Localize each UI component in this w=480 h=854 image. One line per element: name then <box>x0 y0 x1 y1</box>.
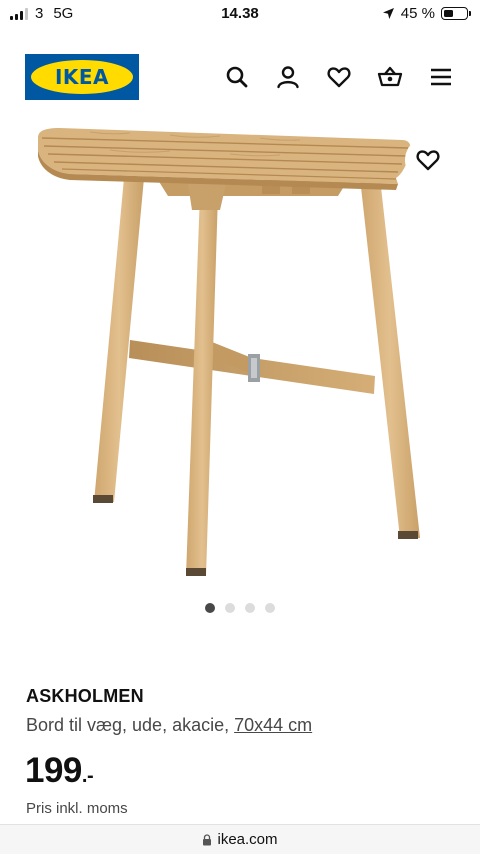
status-bar: 3 5G 14.38 45 % <box>0 0 480 28</box>
battery-percent: 45 % <box>400 5 435 22</box>
url-text: ikea.com <box>217 831 278 848</box>
location-arrow-icon <box>382 8 394 19</box>
product-description-text: Bord til væg, ude, akacie, <box>26 715 235 735</box>
product-name: ASKHOLMEN <box>26 686 144 706</box>
product-image[interactable] <box>30 118 440 588</box>
heart-icon[interactable] <box>326 64 352 90</box>
price-note: Pris inkl. moms <box>26 800 128 817</box>
carousel-dot-4[interactable] <box>265 603 275 613</box>
battery-icon <box>441 7 471 20</box>
logo-text: IKEA <box>54 65 110 89</box>
menu-icon[interactable] <box>428 64 454 90</box>
price-suffix: .- <box>81 765 94 787</box>
carousel-dot-1[interactable] <box>205 603 215 613</box>
product-description: Bord til væg, ude, akacie, 70x44 cm <box>26 715 312 736</box>
lock-icon <box>203 833 212 845</box>
ikea-logo[interactable]: IKEA <box>25 54 139 100</box>
carousel-dot-2[interactable] <box>225 603 235 613</box>
image-carousel-dots <box>0 603 480 613</box>
product-price: 199.- <box>25 751 94 791</box>
heart-outline-icon <box>416 150 440 171</box>
basket-icon[interactable] <box>377 64 403 90</box>
search-icon[interactable] <box>224 64 250 90</box>
price-value: 199 <box>25 751 82 790</box>
browser-url-bar[interactable]: ikea.com <box>0 824 480 854</box>
user-icon[interactable] <box>275 64 301 90</box>
product-size-link[interactable]: 70x44 cm <box>234 715 312 735</box>
carousel-dot-3[interactable] <box>245 603 255 613</box>
favorite-button[interactable] <box>405 137 451 183</box>
status-right: 45 % <box>382 5 471 22</box>
site-header: IKEA <box>0 52 480 104</box>
